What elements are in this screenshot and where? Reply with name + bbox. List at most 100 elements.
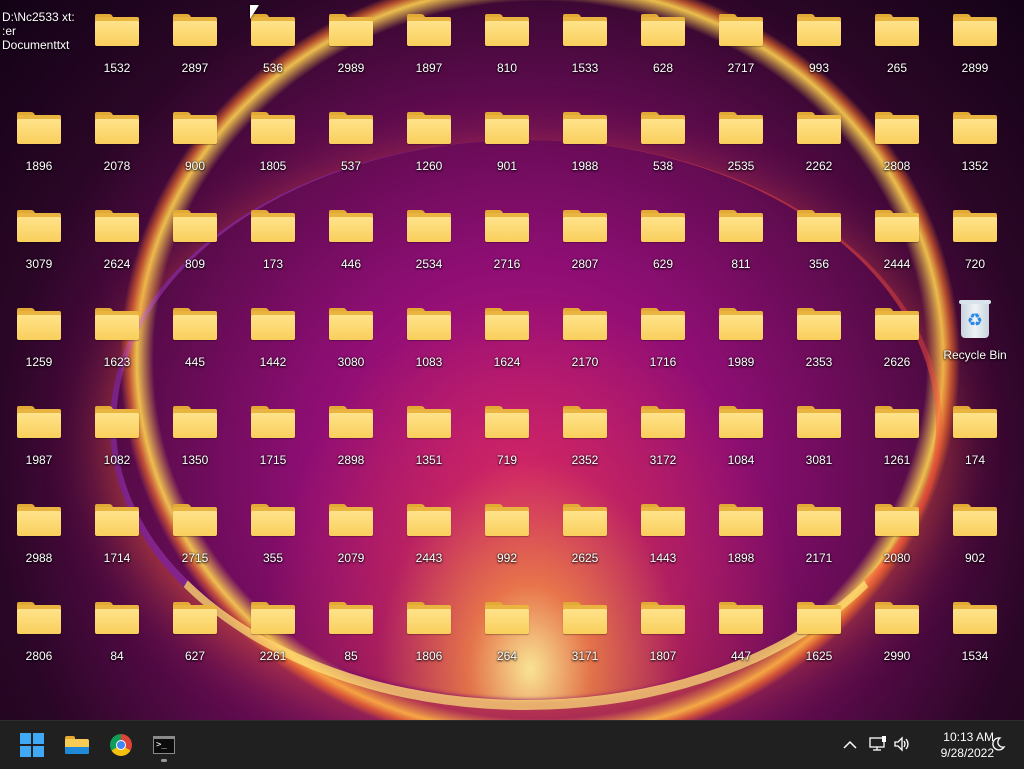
- folder-item[interactable]: 1987: [1, 392, 77, 482]
- folder-item[interactable]: 993: [781, 0, 857, 90]
- folder-item[interactable]: 1352: [937, 98, 1013, 188]
- folder-item[interactable]: 2353: [781, 294, 857, 384]
- clock[interactable]: 10:13 AM 9/28/2022: [918, 729, 994, 761]
- folder-item[interactable]: 2806: [1, 588, 77, 678]
- folder-item[interactable]: 2897: [157, 0, 233, 90]
- folder-item[interactable]: 1260: [391, 98, 467, 188]
- folder-item[interactable]: 2717: [703, 0, 779, 90]
- folder-item[interactable]: 810: [469, 0, 545, 90]
- folder-item[interactable]: 2444: [859, 196, 935, 286]
- folder-item[interactable]: 1259: [1, 294, 77, 384]
- folder-item[interactable]: 3079: [1, 196, 77, 286]
- chrome-button[interactable]: [101, 727, 141, 763]
- folder-item[interactable]: 2899: [937, 0, 1013, 90]
- folder-item[interactable]: 628: [625, 0, 701, 90]
- folder-item[interactable]: 902: [937, 490, 1013, 580]
- folder-item[interactable]: 2808: [859, 98, 935, 188]
- folder-item[interactable]: 356: [781, 196, 857, 286]
- folder-item[interactable]: 2898: [313, 392, 389, 482]
- folder-item[interactable]: 1623: [79, 294, 155, 384]
- folder-item[interactable]: 1083: [391, 294, 467, 384]
- folder-item[interactable]: 2626: [859, 294, 935, 384]
- desktop[interactable]: D:\Nc2533 xt: :er Documenttxt 1532 2897 53…: [0, 0, 1024, 720]
- focus-assist-button[interactable]: [984, 721, 1012, 769]
- folder-item[interactable]: 1532: [79, 0, 155, 90]
- folder-item[interactable]: 3080: [313, 294, 389, 384]
- folder-item[interactable]: 1533: [547, 0, 623, 90]
- folder-item[interactable]: 84: [79, 588, 155, 678]
- folder-item[interactable]: 1084: [703, 392, 779, 482]
- start-button[interactable]: [12, 727, 52, 763]
- folder-item[interactable]: 2988: [1, 490, 77, 580]
- folder-item[interactable]: 1082: [79, 392, 155, 482]
- folder-item[interactable]: 2624: [79, 196, 155, 286]
- recycle-bin[interactable]: ♻ Recycle Bin: [937, 294, 1013, 384]
- folder-item[interactable]: 2079: [313, 490, 389, 580]
- folder-item[interactable]: 2080: [859, 490, 935, 580]
- folder-item[interactable]: 2990: [859, 588, 935, 678]
- folder-item[interactable]: 2352: [547, 392, 623, 482]
- folder-item[interactable]: 1807: [625, 588, 701, 678]
- folder-item[interactable]: 719: [469, 392, 545, 482]
- folder-item[interactable]: 2078: [79, 98, 155, 188]
- network-button[interactable]: [866, 721, 890, 769]
- folder-item[interactable]: 447: [703, 588, 779, 678]
- folder-item[interactable]: 629: [625, 196, 701, 286]
- folder-item[interactable]: 1625: [781, 588, 857, 678]
- folder-item[interactable]: 2443: [391, 490, 467, 580]
- folder-item[interactable]: 1988: [547, 98, 623, 188]
- folder-item[interactable]: 536: [235, 0, 311, 90]
- folder-item[interactable]: 2534: [391, 196, 467, 286]
- folder-item[interactable]: 1534: [937, 588, 1013, 678]
- folder-item[interactable]: 3171: [547, 588, 623, 678]
- folder-item[interactable]: 2535: [703, 98, 779, 188]
- folder-item[interactable]: 2170: [547, 294, 623, 384]
- folder-item[interactable]: 173: [235, 196, 311, 286]
- folder-item[interactable]: 2261: [235, 588, 311, 678]
- folder-item[interactable]: 85: [313, 588, 389, 678]
- folder-item[interactable]: 538: [625, 98, 701, 188]
- folder-item[interactable]: 1805: [235, 98, 311, 188]
- folder-item[interactable]: 2715: [157, 490, 233, 580]
- folder-item[interactable]: 446: [313, 196, 389, 286]
- folder-item[interactable]: 809: [157, 196, 233, 286]
- folder-item[interactable]: 1716: [625, 294, 701, 384]
- folder-item[interactable]: 1897: [391, 0, 467, 90]
- folder-item[interactable]: 1442: [235, 294, 311, 384]
- folder-item[interactable]: 1989: [703, 294, 779, 384]
- folder-item[interactable]: 1624: [469, 294, 545, 384]
- folder-item[interactable]: 2716: [469, 196, 545, 286]
- folder-item[interactable]: 1261: [859, 392, 935, 482]
- folder-item[interactable]: 537: [313, 98, 389, 188]
- volume-button[interactable]: [890, 721, 914, 769]
- folder-item[interactable]: 1898: [703, 490, 779, 580]
- text-document-file[interactable]: D:\Nc2533 xt: :er Documenttxt: [0, 10, 78, 52]
- folder-item[interactable]: 445: [157, 294, 233, 384]
- show-hidden-icons-button[interactable]: [838, 721, 862, 769]
- folder-item[interactable]: 2262: [781, 98, 857, 188]
- folder-item[interactable]: 2625: [547, 490, 623, 580]
- folder-item[interactable]: 900: [157, 98, 233, 188]
- folder-item[interactable]: 1443: [625, 490, 701, 580]
- folder-item[interactable]: 174: [937, 392, 1013, 482]
- folder-item[interactable]: 811: [703, 196, 779, 286]
- folder-item[interactable]: 901: [469, 98, 545, 188]
- folder-item[interactable]: 1896: [1, 98, 77, 188]
- folder-item[interactable]: 1350: [157, 392, 233, 482]
- folder-item[interactable]: 1715: [235, 392, 311, 482]
- folder-item[interactable]: 2989: [313, 0, 389, 90]
- folder-item[interactable]: 720: [937, 196, 1013, 286]
- folder-item[interactable]: 3172: [625, 392, 701, 482]
- folder-item[interactable]: 2807: [547, 196, 623, 286]
- folder-item[interactable]: 264: [469, 588, 545, 678]
- folder-item[interactable]: 2171: [781, 490, 857, 580]
- folder-item[interactable]: 627: [157, 588, 233, 678]
- folder-item[interactable]: 1806: [391, 588, 467, 678]
- folder-item[interactable]: 1714: [79, 490, 155, 580]
- folder-item[interactable]: 992: [469, 490, 545, 580]
- file-explorer-button[interactable]: [57, 727, 97, 763]
- folder-item[interactable]: 3081: [781, 392, 857, 482]
- folder-item[interactable]: 265: [859, 0, 935, 90]
- terminal-button[interactable]: >_: [144, 727, 184, 763]
- folder-item[interactable]: 1351: [391, 392, 467, 482]
